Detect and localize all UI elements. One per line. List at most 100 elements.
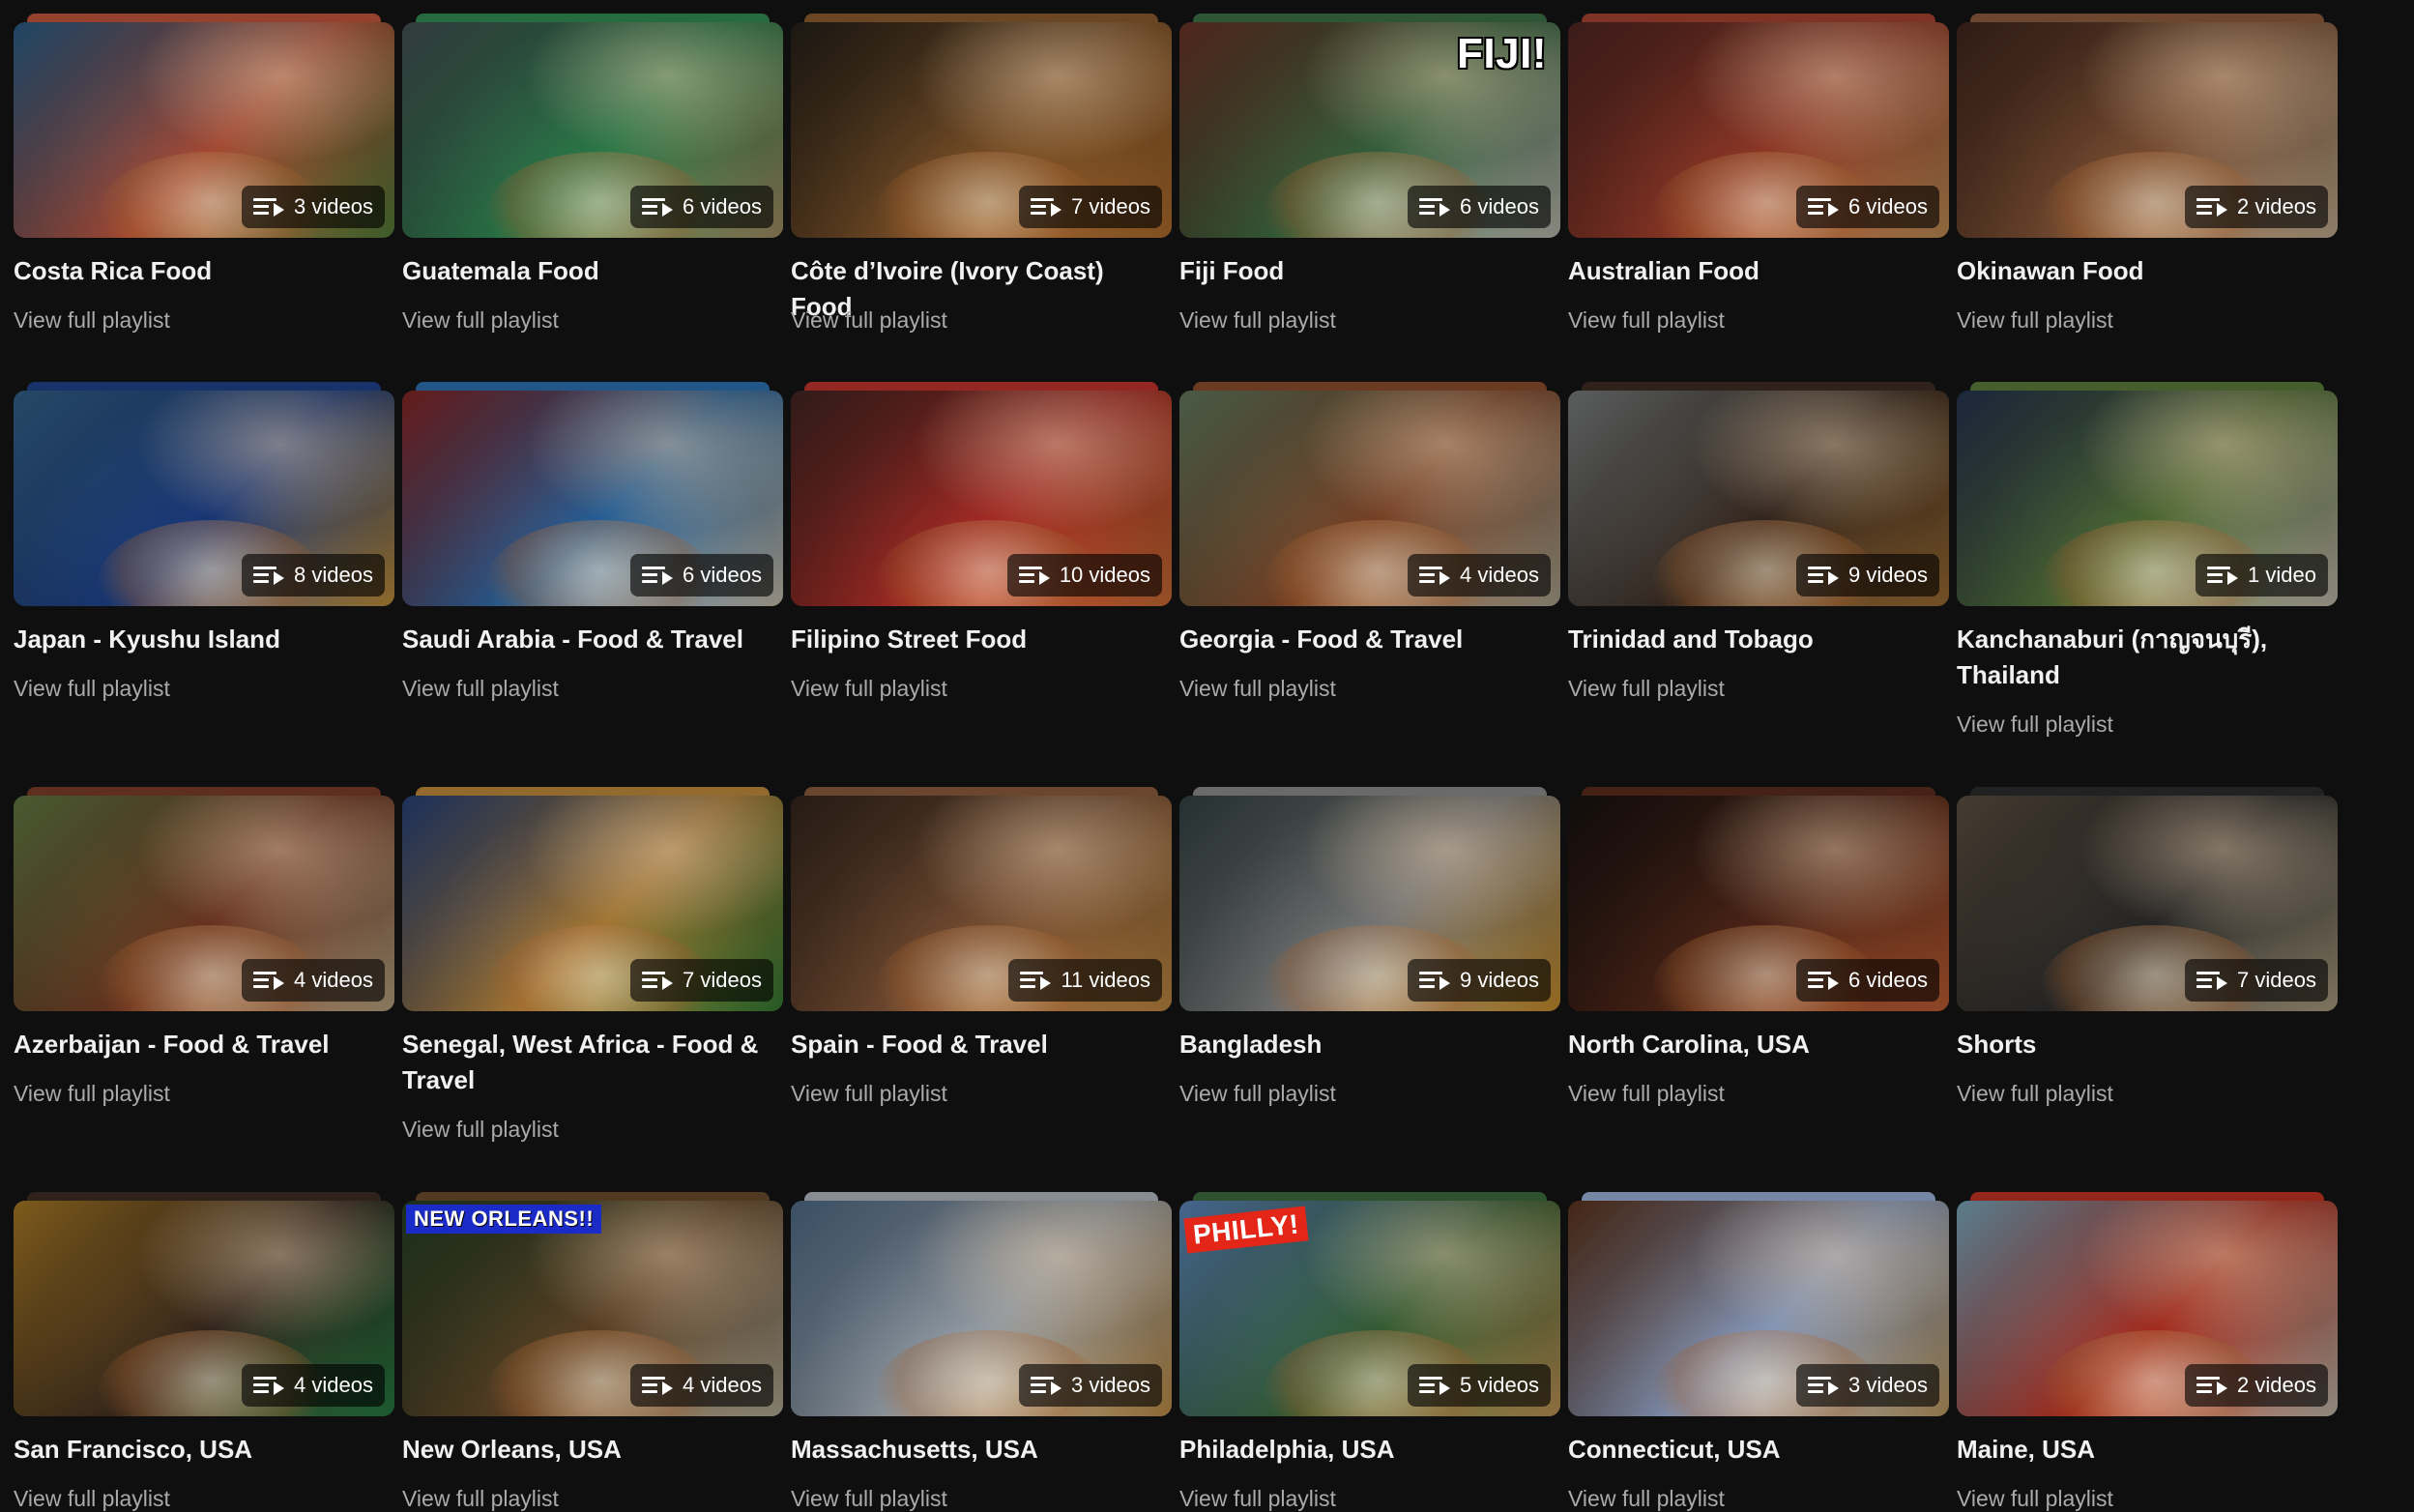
playlist-title[interactable]: Fiji Food [1179, 253, 1560, 289]
playlist-title[interactable]: Saudi Arabia - Food & Travel [402, 622, 783, 657]
view-full-playlist-link[interactable]: View full playlist [14, 676, 170, 702]
view-full-playlist-link[interactable]: View full playlist [14, 1081, 170, 1107]
playlist-title[interactable]: New Orleans, USA [402, 1432, 783, 1468]
playlist-thumbnail[interactable]: 3 videos [791, 1192, 1172, 1416]
view-full-playlist-link[interactable]: View full playlist [1179, 307, 1336, 334]
view-full-playlist-link[interactable]: View full playlist [1957, 1486, 2113, 1512]
playlist-title[interactable]: Senegal, West Africa - Food & Travel [402, 1027, 783, 1098]
view-full-playlist-link[interactable]: View full playlist [402, 1117, 559, 1143]
playlist-title[interactable]: Maine, USA [1957, 1432, 2338, 1468]
playlist-title[interactable]: Okinawan Food [1957, 253, 2338, 289]
thumbnail-image: 3 videos [791, 1201, 1172, 1416]
playlist-title[interactable]: Costa Rica Food [14, 253, 394, 289]
view-full-playlist-link[interactable]: View full playlist [14, 1486, 170, 1512]
view-full-playlist-link[interactable]: View full playlist [791, 1486, 947, 1512]
playlist-icon [1419, 1375, 1451, 1396]
playlist-thumbnail[interactable]: 8 videos [14, 382, 394, 606]
view-full-playlist-link[interactable]: View full playlist [1179, 676, 1336, 702]
thumbnail-image: 3 videos [14, 22, 394, 238]
view-full-playlist-link[interactable]: View full playlist [791, 307, 947, 334]
playlist-title[interactable]: Shorts [1957, 1027, 2338, 1062]
playlist-thumbnail[interactable]: 6 videos [1568, 787, 1949, 1011]
view-full-playlist-link[interactable]: View full playlist [1179, 1486, 1336, 1512]
playlist-thumbnail[interactable]: PHILLY! 5 videos [1179, 1192, 1560, 1416]
playlist-icon [2196, 196, 2228, 218]
thumbnail-image: 4 videos [14, 1201, 394, 1416]
playlist-title[interactable]: Philadelphia, USA [1179, 1432, 1560, 1468]
playlist-thumbnail[interactable]: 10 videos [791, 382, 1172, 606]
video-count: 8 videos [294, 563, 373, 587]
playlist-title[interactable]: Guatemala Food [402, 253, 783, 289]
video-count-badge: 7 videos [630, 959, 773, 1002]
playlist-thumbnail[interactable]: 1 video [1957, 382, 2338, 606]
playlist-thumbnail[interactable]: 2 videos [1957, 14, 2338, 238]
view-full-playlist-link[interactable]: View full playlist [1568, 307, 1725, 334]
playlist-title[interactable]: Filipino Street Food [791, 622, 1172, 657]
playlist-title[interactable]: Azerbaijan - Food & Travel [14, 1027, 394, 1062]
playlist-thumbnail[interactable]: FIJI! 6 videos [1179, 14, 1560, 238]
playlist-grid: 3 videos Costa Rica Food View full playlis… [0, 0, 2414, 1511]
video-count: 2 videos [2237, 194, 2316, 218]
view-full-playlist-link[interactable]: View full playlist [1957, 1081, 2113, 1107]
playlist-title[interactable]: Spain - Food & Travel [791, 1027, 1172, 1062]
playlist-title[interactable]: Connecticut, USA [1568, 1432, 1949, 1468]
playlist-icon [642, 196, 674, 218]
video-count: 10 videos [1059, 563, 1150, 587]
playlist-thumbnail[interactable]: 3 videos [1568, 1192, 1949, 1416]
playlist-thumbnail[interactable]: 2 videos [1957, 1192, 2338, 1416]
video-count-badge: 4 videos [242, 1364, 385, 1407]
playlist-icon [642, 565, 674, 586]
view-full-playlist-link[interactable]: View full playlist [1568, 676, 1725, 702]
view-full-playlist-link[interactable]: View full playlist [1179, 1081, 1336, 1107]
thumbnail-image: 3 videos [1568, 1201, 1949, 1416]
playlist-title[interactable]: San Francisco, USA [14, 1432, 394, 1468]
playlist-title[interactable]: Australian Food [1568, 253, 1949, 289]
thumbnail-image: 4 videos [14, 796, 394, 1011]
playlist-thumbnail[interactable]: 3 videos [14, 14, 394, 238]
video-count-badge: 2 videos [2185, 1364, 2328, 1407]
playlist-thumbnail[interactable]: 9 videos [1568, 382, 1949, 606]
thumbnail-caption: NEW ORLEANS!! [406, 1205, 602, 1234]
view-full-playlist-link[interactable]: View full playlist [14, 307, 170, 334]
thumbnail-image: 7 videos [402, 796, 783, 1011]
view-full-playlist-link[interactable]: View full playlist [1957, 307, 2113, 334]
playlist-title[interactable]: Massachusetts, USA [791, 1432, 1172, 1468]
playlist-icon [253, 970, 285, 991]
video-count-badge: 5 videos [1408, 1364, 1551, 1407]
view-full-playlist-link[interactable]: View full playlist [791, 676, 947, 702]
view-full-playlist-link[interactable]: View full playlist [402, 307, 559, 334]
playlist-icon [642, 970, 674, 991]
video-count-badge: 4 videos [242, 959, 385, 1002]
view-full-playlist-link[interactable]: View full playlist [402, 676, 559, 702]
playlist-thumbnail[interactable]: 4 videos [1179, 382, 1560, 606]
thumbnail-image: PHILLY! 5 videos [1179, 1201, 1560, 1416]
playlist-thumbnail[interactable]: 4 videos [14, 1192, 394, 1416]
view-full-playlist-link[interactable]: View full playlist [1568, 1081, 1725, 1107]
playlist-title[interactable]: Kanchanaburi (กาญจนบุรี), Thailand [1957, 622, 2338, 693]
playlist-thumbnail[interactable]: 4 videos [14, 787, 394, 1011]
view-full-playlist-link[interactable]: View full playlist [402, 1486, 559, 1512]
playlist-title[interactable]: Georgia - Food & Travel [1179, 622, 1560, 657]
thumbnail-image: 6 videos [402, 391, 783, 606]
playlist-title[interactable]: Trinidad and Tobago [1568, 622, 1949, 657]
thumbnail-image: 4 videos [1179, 391, 1560, 606]
view-full-playlist-link[interactable]: View full playlist [1957, 712, 2113, 738]
video-count: 4 videos [294, 1373, 373, 1397]
playlist-thumbnail[interactable]: 7 videos [402, 787, 783, 1011]
playlist-thumbnail[interactable]: 6 videos [402, 382, 783, 606]
playlist-thumbnail[interactable]: 7 videos [791, 14, 1172, 238]
playlist-thumbnail[interactable]: 7 videos [1957, 787, 2338, 1011]
playlist-thumbnail[interactable]: 11 videos [791, 787, 1172, 1011]
view-full-playlist-link[interactable]: View full playlist [1568, 1486, 1725, 1512]
playlist-thumbnail[interactable]: 6 videos [402, 14, 783, 238]
playlist-thumbnail[interactable]: NEW ORLEANS!! 4 videos [402, 1192, 783, 1416]
view-full-playlist-link[interactable]: View full playlist [791, 1081, 947, 1107]
playlist-thumbnail[interactable]: 6 videos [1568, 14, 1949, 238]
playlist-icon [1419, 970, 1451, 991]
playlist-title[interactable]: Bangladesh [1179, 1027, 1560, 1062]
playlist-icon [1808, 970, 1840, 991]
playlist-title[interactable]: Japan - Kyushu Island [14, 622, 394, 657]
playlist-title[interactable]: North Carolina, USA [1568, 1027, 1949, 1062]
playlist-icon [1419, 565, 1451, 586]
playlist-thumbnail[interactable]: 9 videos [1179, 787, 1560, 1011]
